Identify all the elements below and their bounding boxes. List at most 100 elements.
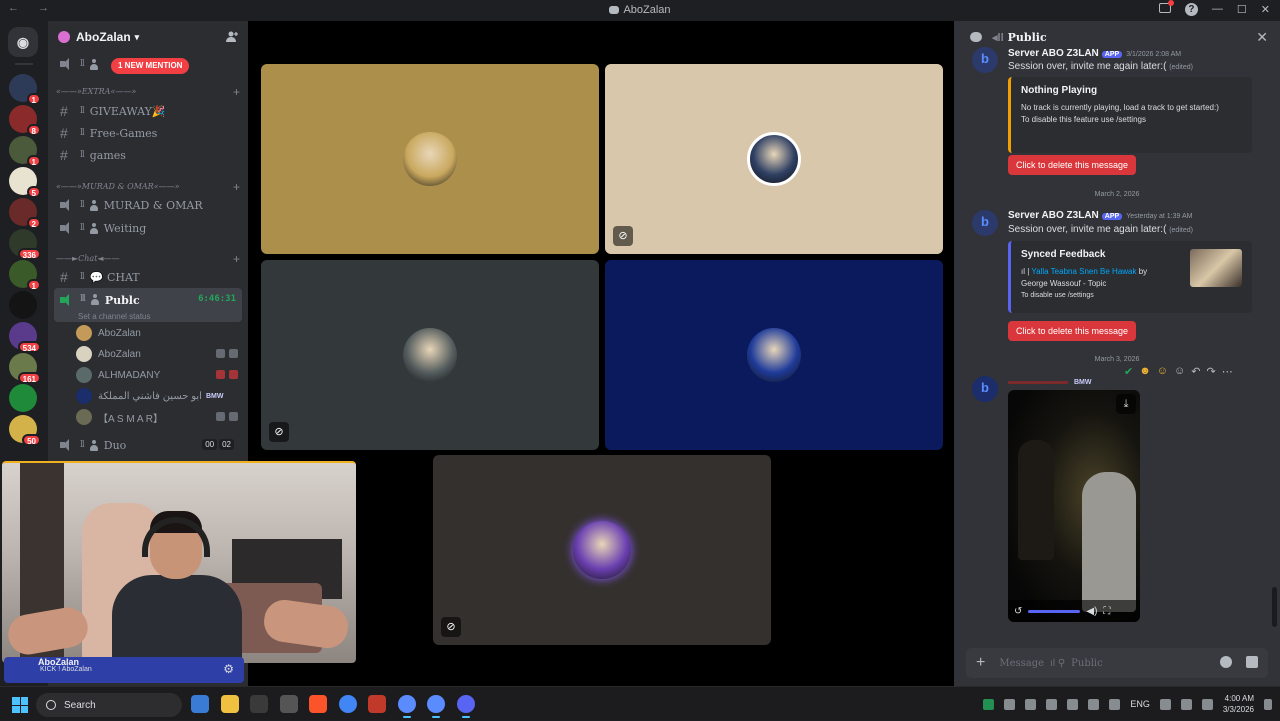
close-button[interactable]: ✕ [1261,3,1270,16]
tray-chevron-icon[interactable] [1109,698,1121,710]
server-icon[interactable]: 161 [9,353,41,384]
taskbar-search[interactable]: Search [36,693,182,717]
message-composer[interactable]: + Message ıl ⚲ Public [966,648,1268,678]
message-author[interactable]: Server ABO Z3LAN APP 3/1/2026 2:08 AM [1008,48,1181,59]
volume-icon[interactable] [1180,698,1192,710]
delete-message-button[interactable]: Click to delete this message [1008,155,1137,175]
voice-user[interactable]: ابو حسين فاشني المملكة BMW [76,386,242,406]
tray-app-icon[interactable] [1067,698,1079,710]
video-progress-bar[interactable] [1028,609,1081,613]
server-icon[interactable]: 1 [9,260,41,291]
taskbar-app-icon[interactable] [368,695,386,713]
tray-app-icon[interactable] [1025,698,1037,710]
language-indicator[interactable]: ENG [1130,699,1150,709]
server-icon[interactable]: 1 [9,136,41,167]
channel-waiting[interactable]: ll Weiting [54,218,242,238]
bot-avatar[interactable] [972,47,998,73]
server-header[interactable]: AboZalan ▾ [48,21,248,53]
taskbar-app-icon[interactable] [427,695,445,718]
discord-home-icon[interactable]: ◉ [8,27,38,57]
check-reaction-icon[interactable]: ✔ [1124,365,1133,378]
video-attachment[interactable]: ⤓ ↺ ◀) ⛶ [1008,390,1140,622]
chat-scrollbar[interactable] [1272,587,1277,627]
stream-mute-icon[interactable]: ⊘ [441,617,461,637]
server-icon[interactable]: 1 [9,74,41,105]
category-chat[interactable]: ——►Chat◄—— + [56,252,240,268]
close-chat-icon[interactable]: ✕ [1256,29,1268,46]
headphones-icon[interactable] [1088,698,1100,710]
replay-icon[interactable]: ↺ [1014,606,1022,617]
taskbar-app-icon[interactable] [191,695,209,713]
user-panel[interactable]: AboZalan KICK ! AboZalan ⚙ [4,657,244,683]
battery-icon[interactable] [1201,698,1213,710]
voice-user[interactable]: AboZalan [76,344,242,364]
voice-user[interactable]: ALHMADANY [76,365,242,385]
add-channel-icon[interactable]: + [233,252,240,266]
face-reaction-icon[interactable]: ☺ [1157,365,1168,378]
reply-icon[interactable]: ↶ [1191,365,1200,378]
forward-icon[interactable]: ↷ [1206,365,1215,378]
stream-mute-icon[interactable]: ⊘ [269,422,289,442]
tray-app-icon[interactable] [1046,698,1058,710]
stream-mute-icon[interactable]: ⊘ [613,226,633,246]
track-thumbnail[interactable] [1190,249,1242,287]
channel-games[interactable]: # ll games [54,145,242,165]
server-icon[interactable] [9,291,37,319]
taskbar-app-icon[interactable] [397,695,416,718]
taskbar-clock[interactable]: 4:00 AM 3/3/2026 [1223,693,1254,715]
channel-status-prompt[interactable]: Set a channel status [78,312,151,321]
add-attachment-icon[interactable]: + [976,654,985,672]
bot-avatar[interactable] [972,210,998,236]
server-icon[interactable]: 534 [9,322,41,353]
maximize-button[interactable]: ☐ [1237,3,1247,16]
channel-free-games[interactable]: # ll Free-Games [54,123,242,143]
help-icon[interactable]: ? [1184,3,1198,16]
video-tile[interactable]: ⊘ [605,64,943,254]
server-icon[interactable] [9,384,37,412]
add-channel-icon[interactable]: + [233,180,240,194]
network-icon[interactable] [1159,698,1171,710]
taskbar-app-icon[interactable] [220,695,239,713]
add-reaction-icon[interactable]: ☺ [1174,365,1185,378]
server-icon[interactable]: 336 [9,229,41,260]
server-icon[interactable]: 50 [9,415,41,446]
taskbar-app-icon[interactable] [250,695,268,713]
more-options-icon[interactable]: ⋯ [1222,365,1233,378]
voice-user[interactable]: AboZalan [76,323,242,343]
server-icon[interactable]: 5 [9,167,41,198]
laugh-reaction-icon[interactable]: ☻ [1139,365,1151,378]
tray-app-icon[interactable] [983,698,995,710]
taskbar-app-icon[interactable] [309,695,327,713]
emoji-icon[interactable] [1220,656,1232,668]
notifications-icon[interactable] [1264,698,1272,710]
start-menu-icon[interactable] [12,697,28,713]
message-author[interactable]: ▬▬▬▬▬▬ BMW [1008,376,1095,387]
video-tile[interactable] [605,260,943,450]
taskbar-app-icon[interactable] [279,695,298,713]
server-icon[interactable]: 2 [9,198,41,229]
category-murad[interactable]: «——»MURAD & OMAR«——» + [56,180,240,196]
download-icon[interactable]: ⤓ [1116,394,1136,414]
video-tile[interactable] [261,64,599,254]
channel-chat[interactable]: # ll 💬 CHAT [54,267,242,287]
new-mention-pill[interactable]: 1 NEW MENTION [111,58,190,74]
invite-people-icon[interactable] [226,31,238,42]
category-extra[interactable]: «——»EXTRA«——» + [56,85,240,101]
gear-icon[interactable]: ⚙ [223,662,234,676]
add-channel-icon[interactable]: + [233,85,240,99]
volume-icon[interactable]: ◀) [1086,606,1097,617]
track-link[interactable]: Yalla Teabna Snen Be Hawak [1031,267,1136,276]
minimize-button[interactable]: — [1212,3,1223,16]
inbox-icon[interactable] [1158,0,1174,13]
tray-app-icon[interactable] [1004,698,1016,710]
video-tile[interactable]: ⊘ [261,260,599,450]
channel-murad-omar[interactable]: ll MURAD & OMAR [54,195,242,215]
taskbar-app-icon[interactable] [456,695,475,718]
channel-public[interactable]: ll Publc 6:46:31 Set a channel status [54,288,242,322]
server-icon[interactable]: 8 [9,105,41,136]
apps-icon[interactable] [1246,656,1258,668]
voice-user[interactable]: 【A S M A R】 [76,407,242,427]
channel-giveaway[interactable]: # ll GIVEAWAY🎉 [54,101,242,121]
message-author[interactable]: Server ABO Z3LAN APP Yesterday at 1:39 AM [1008,210,1192,221]
user-avatar[interactable] [972,376,998,402]
